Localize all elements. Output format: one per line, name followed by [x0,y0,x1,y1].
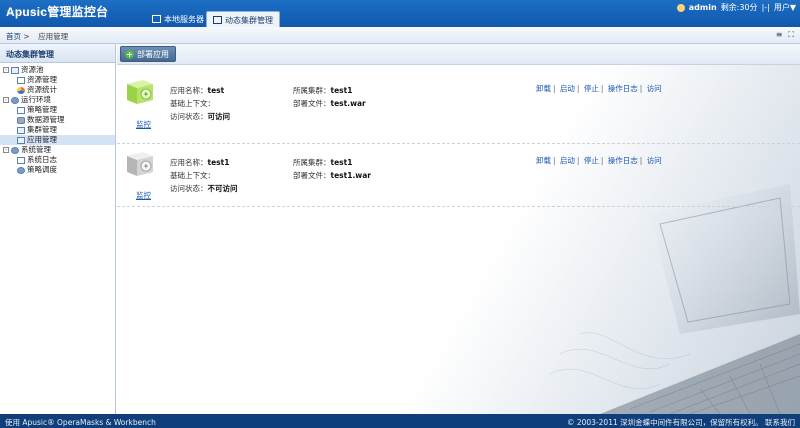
main-content: + 部署应用 监控 应用名称：test 所属集群：test1 基础上下文： 部署… [117,44,800,414]
app-actions: 卸载 | 启动 | 停止 | 操作日志 | 访问 [536,84,662,93]
visit-link[interactable]: 访问 [647,84,662,93]
app-file-field: 部署文件：test.war [293,99,366,108]
sidebar-title: 动态集群管理 [0,44,115,63]
sidebar-item-label: 资源管理 [27,75,57,84]
sidebar-item[interactable]: 应用管理 [0,135,115,145]
sidebar-item-label: 运行环境 [21,95,51,104]
sidebar-item-label: 策略管理 [27,105,57,114]
operation-log-link[interactable]: 操作日志 [608,84,638,93]
app-name-field: 应用名称：test1 [170,158,230,167]
sidebar-item[interactable]: - 资源池 [0,65,115,75]
deploy-app-button[interactable]: + 部署应用 [120,46,176,62]
nav-tree: - 资源池 资源管理 资源统计 - 运行环境 策略管理 数据源管理 集群管理 应用管理 - 系统管理系… [0,63,115,175]
app-entry: 监控 应用名称：test1 所属集群：test1 基础上下文： 部署文件：tes… [117,138,800,207]
uninstall-link[interactable]: 卸载 [536,156,551,165]
doc-icon [17,76,25,84]
footer-powered-by: 使用 Apusic® OperaMasks & Workbench [5,418,156,427]
app-status-field: 访问状态：不可访问 [170,184,238,193]
tab-dynamic-cluster[interactable]: 动态集群管理 [206,11,280,27]
sidebar-item-label: 策略调度 [27,165,57,174]
breadcrumb: 首页 > 应用管理 [6,32,69,41]
sidebar: 动态集群管理 - 资源池 资源管理 资源统计 - 运行环境 策略管理 数据源管理 集群管理 应用管… [0,44,116,414]
app-file-field: 部署文件：test1.war [293,171,371,180]
sidebar-item[interactable]: 策略管理 [0,105,115,115]
stop-link[interactable]: 停止 [584,84,599,93]
background-laptop-graphic [549,184,800,414]
fullscreen-icon[interactable]: ⛶ [788,30,794,40]
cluster-icon [17,126,25,134]
pie-chart-icon [17,86,25,94]
collapse-toggle-icon[interactable]: - [3,67,9,73]
folder-icon [11,66,19,74]
header-user-area: admin 剩余:30分 |-| 用户▼ [676,2,796,13]
app-entry: 监控 应用名称：test 所属集群：test1 基础上下文： 部署文件：test… [117,66,800,144]
sidebar-item-label: 资源池 [21,65,44,74]
gear-icon [17,166,25,174]
sidebar-item[interactable]: 集群管理 [0,125,115,135]
app-actions: 卸载 | 启动 | 停止 | 操作日志 | 访问 [536,156,662,165]
gear-icon [11,96,19,104]
sidebar-item-label: 集群管理 [27,125,57,134]
app-name-field: 应用名称：test [170,86,225,95]
plus-icon: + [125,49,134,59]
database-icon [17,116,25,124]
operation-log-link[interactable]: 操作日志 [608,156,638,165]
doc-icon [17,156,25,164]
app-logo-reflection: Apusic [6,9,47,16]
breadcrumb-bar: 首页 > 应用管理 ≡ ⛶ [0,27,800,44]
sidebar-item[interactable]: 数据源管理 [0,115,115,125]
sidebar-item[interactable]: 资源统计 [0,85,115,95]
sidebar-item-label: 应用管理 [27,135,57,144]
session-timer: 剩余:30分 [720,3,758,12]
monitor-link[interactable]: 监控 [136,190,151,201]
app-context-field: 基础上下文： [170,99,215,108]
sidebar-item-label: 资源统计 [27,85,57,94]
sidebar-item-label: 数据源管理 [27,115,65,124]
username: admin [688,3,717,12]
stop-link[interactable]: 停止 [584,156,599,165]
header-separator[interactable]: |-| [762,3,770,12]
footer: 使用 Apusic® OperaMasks & Workbench © 2003… [0,414,800,428]
sidebar-item[interactable]: 资源管理 [0,75,115,85]
app-cluster-field: 所属集群：test1 [293,158,353,167]
doc-icon [17,106,25,114]
app-package-icon [127,80,153,104]
sidebar-item[interactable]: - 运行环境 [0,95,115,105]
user-icon [676,3,685,12]
sidebar-item[interactable]: 策略调度 [0,165,115,175]
tab-local-server[interactable]: 本地服务器 [146,11,210,27]
breadcrumb-tools: ≡ ⛶ [776,30,794,40]
sidebar-item[interactable]: - 系统管理 [0,145,115,155]
start-link[interactable]: 启动 [560,156,575,165]
visit-link[interactable]: 访问 [647,156,662,165]
user-menu[interactable]: 用户▼ [774,2,796,13]
start-link[interactable]: 启动 [560,84,575,93]
footer-copyright: © 2003-2011 深圳金蝶中间件有限公司，保留所有权利。 联系我们 [566,418,795,427]
app-icon [17,136,25,144]
list-icon[interactable]: ≡ [776,30,783,40]
sidebar-item[interactable]: 系统日志 [0,155,115,165]
uninstall-link[interactable]: 卸载 [536,84,551,93]
top-header: Apusic管理监控台 Apusic 本地服务器 动态集群管理 admin 剩余… [0,0,800,27]
collapse-toggle-icon[interactable]: - [3,97,9,103]
app-cluster-field: 所属集群：test1 [293,86,353,95]
app-status-field: 访问状态：可访问 [170,112,230,121]
monitor-icon [152,15,161,23]
sidebar-item-label: 系统日志 [27,155,57,164]
main-toolbar: + 部署应用 [117,44,800,65]
app-package-icon [127,152,153,176]
collapse-toggle-icon[interactable]: - [3,147,9,153]
cluster-icon [213,16,222,24]
monitor-link[interactable]: 监控 [136,119,151,130]
sidebar-item-label: 系统管理 [21,145,51,154]
app-context-field: 基础上下文： [170,171,215,180]
breadcrumb-home[interactable]: 首页 [6,32,21,41]
breadcrumb-current: 应用管理 [38,32,69,41]
tools-icon [11,146,19,154]
